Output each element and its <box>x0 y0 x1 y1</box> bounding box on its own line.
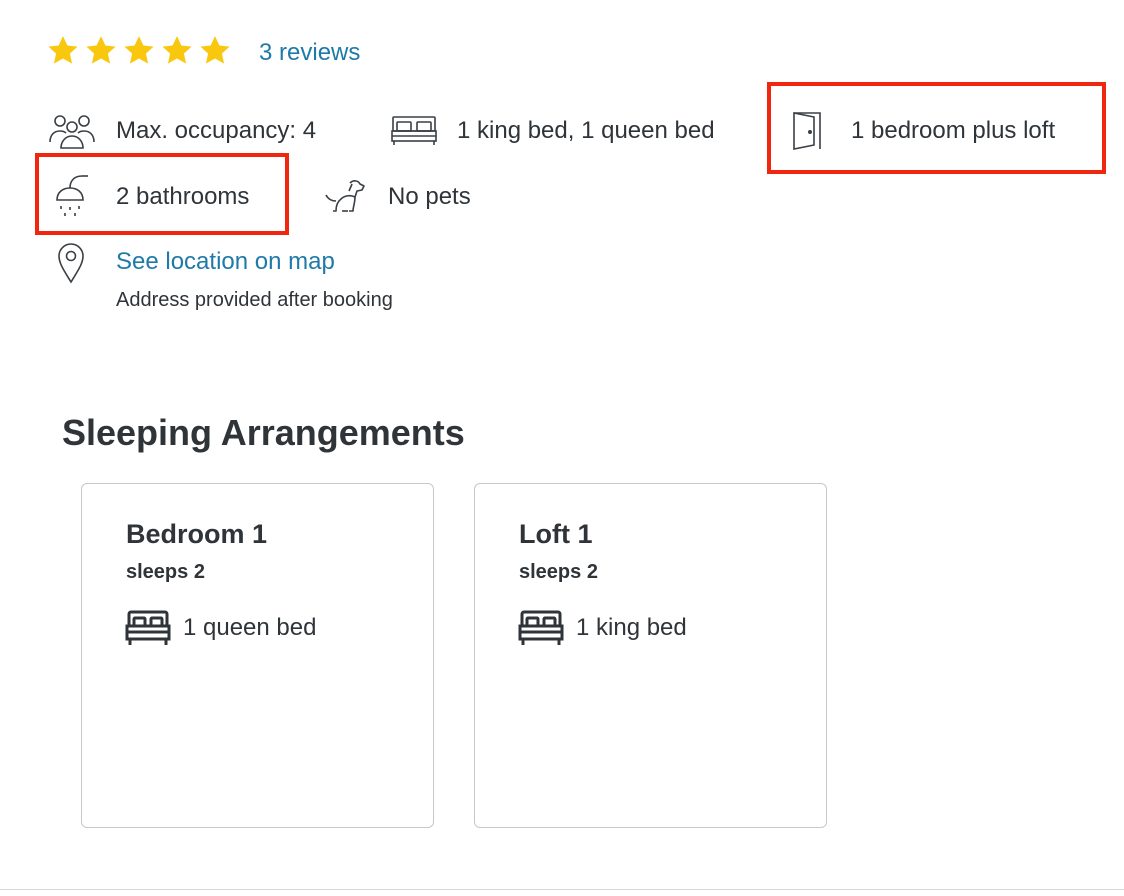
people-icon <box>47 112 97 150</box>
see-location-link[interactable]: See location on map <box>116 247 335 277</box>
room-card: Bedroom 1 sleeps 2 1 queen bed <box>81 483 434 828</box>
star-icon <box>122 34 156 68</box>
bed-icon <box>389 112 439 150</box>
highlight-box-bedrooms <box>767 82 1106 174</box>
address-note: Address provided after booking <box>116 289 393 311</box>
room-name: Loft 1 <box>519 519 593 549</box>
room-name: Bedroom 1 <box>126 519 268 549</box>
divider <box>0 889 1124 890</box>
star-icon <box>198 34 232 68</box>
room-bed-label: 1 queen bed <box>183 614 317 641</box>
amenity-pets: No pets <box>320 177 471 217</box>
room-sleeps: sleeps 2 <box>126 561 205 583</box>
amenity-occupancy: Max. occupancy: 4 <box>47 112 316 150</box>
reviews-link[interactable]: 3 reviews <box>259 38 360 68</box>
amenity-beds: 1 king bed, 1 queen bed <box>389 112 715 150</box>
highlight-box-bathrooms <box>35 153 289 235</box>
room-bed: 1 king bed <box>518 609 687 647</box>
location-row <box>55 240 87 284</box>
section-title: Sleeping Arrangements <box>62 412 465 453</box>
amenity-label: Max. occupancy: 4 <box>116 117 317 144</box>
amenity-label: 1 king bed, 1 queen bed <box>457 117 715 144</box>
room-bed: 1 queen bed <box>125 609 316 647</box>
star-icon <box>46 34 80 68</box>
star-icon <box>84 34 118 68</box>
dog-icon <box>320 177 368 217</box>
map-pin-icon <box>55 240 87 284</box>
room-sleeps: sleeps 2 <box>519 561 598 583</box>
room-card: Loft 1 sleeps 2 1 king bed <box>474 483 827 828</box>
room-bed-label: 1 king bed <box>576 614 687 641</box>
star-icon <box>160 34 194 68</box>
bed-icon <box>125 609 171 647</box>
amenity-label: No pets <box>388 183 471 210</box>
star-rating <box>46 34 232 68</box>
bed-icon <box>518 609 564 647</box>
